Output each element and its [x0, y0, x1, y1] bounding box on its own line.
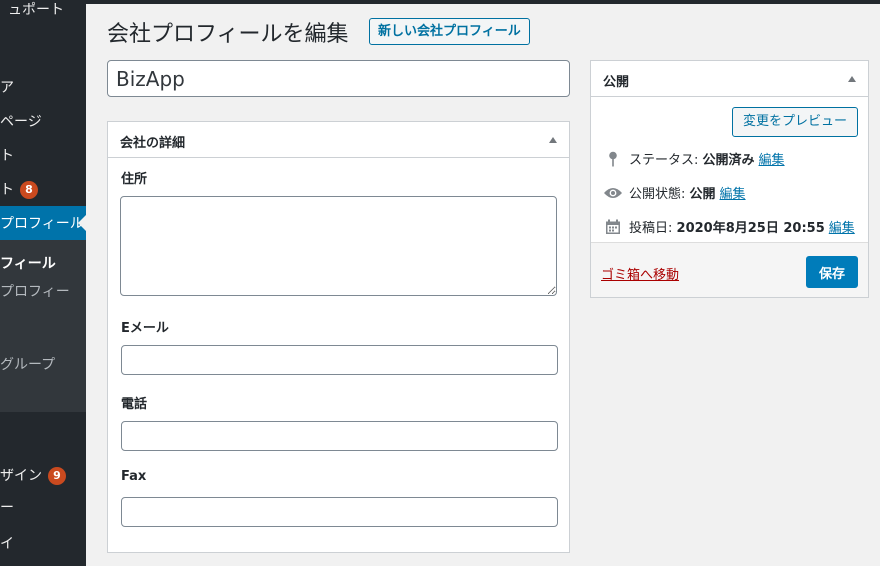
fax-label: Fax [121, 469, 147, 484]
fax-input[interactable] [121, 497, 558, 527]
page-title: 会社プロフィールを編集 [107, 22, 349, 47]
preview-changes-button[interactable]: 変更をプレビュー [731, 107, 858, 137]
email-label: Eメール [121, 321, 169, 336]
pin-icon [603, 151, 623, 167]
company-details-header[interactable]: 会社の詳細 [108, 122, 569, 158]
sidebar-item-pages[interactable]: ページ [0, 104, 86, 138]
submenu-item-add-profile[interactable]: プロフィー [0, 281, 70, 301]
submenu-item-groups[interactable]: グループ [0, 354, 55, 374]
admin-top-bar [86, 0, 880, 4]
sidebar-item-media[interactable]: ア [0, 70, 86, 104]
edit-date-link[interactable]: 編集 [829, 217, 855, 236]
sidebar-item-support[interactable]: ュポート [0, 0, 86, 26]
post-status-row: ステータス: 公開済み 編集 [603, 149, 785, 168]
phone-label: 電話 [121, 397, 148, 412]
sidebar-item-contact[interactable]: ト8 [0, 172, 86, 206]
sidebar-item-comments[interactable]: ト [0, 138, 86, 172]
phone-input[interactable] [121, 421, 558, 451]
publish-actions: ゴミ箱へ移動 保存 [591, 242, 868, 297]
sidebar-item-appearance[interactable]: ザイン 9 [0, 458, 86, 492]
notification-badge: 9 [48, 467, 66, 485]
publish-box: 公開 変更をプレビュー ステータス: 公開済み 編集 公開状態: 公開 編集 投… [590, 60, 869, 298]
move-to-trash-link[interactable]: ゴミ箱へ移動 [601, 264, 679, 283]
company-details-title: 会社の詳細 [120, 136, 186, 151]
publish-header[interactable]: 公開 [591, 61, 868, 97]
address-textarea[interactable] [120, 196, 557, 296]
sidebar-submenu: フィール プロフィー グループ [0, 240, 86, 412]
eye-icon [603, 186, 623, 200]
sidebar-item-company-profile[interactable]: プロフィール [0, 206, 86, 240]
edit-status-link[interactable]: 編集 [759, 149, 785, 168]
edit-visibility-link[interactable]: 編集 [720, 183, 746, 202]
post-title-input[interactable] [107, 60, 570, 97]
publish-date-row: 投稿日: 2020年8月25日 20:55 編集 [603, 217, 855, 236]
notification-badge: 8 [20, 181, 38, 199]
submenu-item-all-profiles[interactable]: フィール [0, 253, 56, 273]
publish-date-value: 2020年8月25日 20:55 [676, 221, 825, 236]
address-label: 住所 [121, 172, 148, 187]
calendar-icon [603, 219, 623, 235]
collapse-arrow-icon[interactable] [848, 76, 856, 82]
admin-sidebar: ュポート ア ページ ト ト8 プロフィール フィール プロフィー グループ ザ… [0, 0, 86, 566]
add-new-button[interactable]: 新しい会社プロフィール [369, 18, 530, 45]
email-input[interactable] [121, 345, 558, 375]
visibility-row: 公開状態: 公開 編集 [603, 183, 746, 202]
status-value: 公開済み [702, 153, 755, 168]
publish-title: 公開 [603, 75, 630, 90]
sidebar-item-tools[interactable]: イ [0, 526, 86, 560]
save-button[interactable]: 保存 [805, 256, 858, 288]
visibility-value: 公開 [689, 187, 716, 202]
collapse-arrow-icon[interactable] [549, 137, 557, 143]
sidebar-item-users[interactable]: ー [0, 490, 86, 524]
company-details-box: 会社の詳細 住所 Eメール 電話 Fax [107, 121, 570, 553]
